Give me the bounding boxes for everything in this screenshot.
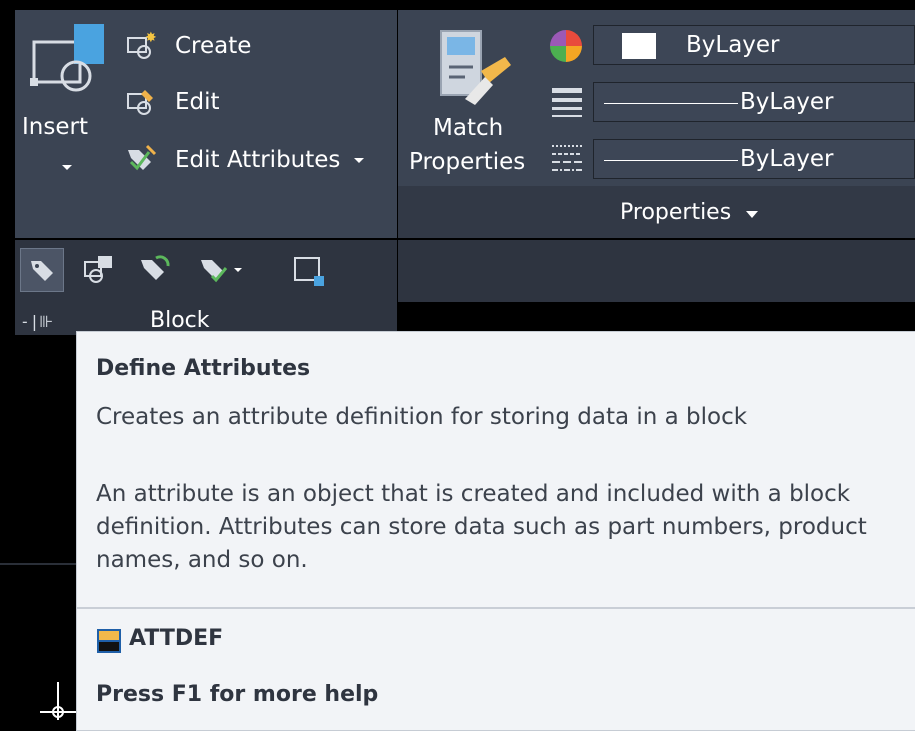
lineweight-value: ByLayer [740,89,834,115]
chevron-down-icon[interactable] [62,165,72,170]
canvas-line [0,563,76,565]
tooltip-command: ATTDEF [129,626,224,651]
ucs-crosshair-icon [40,682,76,720]
tooltip-description: Creates an attribute definition for stor… [96,404,748,430]
tooltip-separator [77,607,915,609]
edit-attributes-icon [128,144,157,171]
match-properties-button[interactable]: Match Properties [405,15,540,185]
edit-block-button[interactable]: Edit [125,86,220,118]
sync-attributes-icon[interactable] [138,254,170,286]
create-block-icon: ✸ [127,30,157,59]
match-label-line1: Match [433,115,504,141]
color-dropdown[interactable]: ByLayer [593,25,915,65]
create-block-button[interactable]: ✸ Create [125,30,251,62]
edit-block-icon [127,90,153,115]
tooltip-details: An attribute is an object that is create… [96,481,867,573]
properties-panel-title-button[interactable]: Properties [620,200,758,225]
tooltip-title: Define Attributes [96,356,311,381]
match-label-line2: Properties [409,149,526,175]
linetype-value: ByLayer [740,146,834,172]
edit-attributes-label: Edit Attributes [175,147,341,173]
edit-attributes-button[interactable]: Edit Attributes [125,144,365,176]
define-attributes-icon [31,261,53,281]
define-attributes-tooltip: Define Attributes Creates an attribute d… [76,331,915,731]
lineweight-icon [552,88,582,117]
color-wheel-icon [550,30,582,62]
block-editor-icon[interactable] [292,254,326,288]
command-icon [97,629,121,653]
lineweight-dropdown[interactable]: ByLayer [593,82,915,122]
block-panel-title: Block [150,308,210,333]
svg-text:✸: ✸ [145,30,157,46]
chevron-down-icon[interactable] [354,157,365,163]
insert-icon [30,24,104,92]
chevron-down-icon[interactable] [234,268,242,272]
line-sample [604,160,738,161]
linetype-dropdown[interactable]: ByLayer [593,139,915,179]
line-sample [604,103,738,104]
tooltip-help: Press F1 for more help [96,682,379,707]
chevron-down-icon [745,211,758,219]
create-label: Create [175,33,252,59]
insert-label: Insert [22,114,88,140]
insert-button[interactable]: Insert [22,15,112,230]
match-properties-icon [440,30,511,105]
block-panel-pin-icon[interactable]: -|⊪ [20,312,53,331]
properties-panel-title: Properties [620,200,732,225]
attribute-display-icon[interactable] [198,254,230,286]
edit-label: Edit [175,89,220,115]
block-attribute-manager-icon[interactable] [82,254,114,286]
color-value: ByLayer [686,32,780,58]
define-attributes-button[interactable] [20,248,64,292]
color-swatch [622,33,656,59]
block-panel: Insert ✸ Create Edit Edit Attributes -|⊪… [0,0,397,345]
ribbon-strip [398,240,915,302]
linetype-icon [552,145,582,171]
